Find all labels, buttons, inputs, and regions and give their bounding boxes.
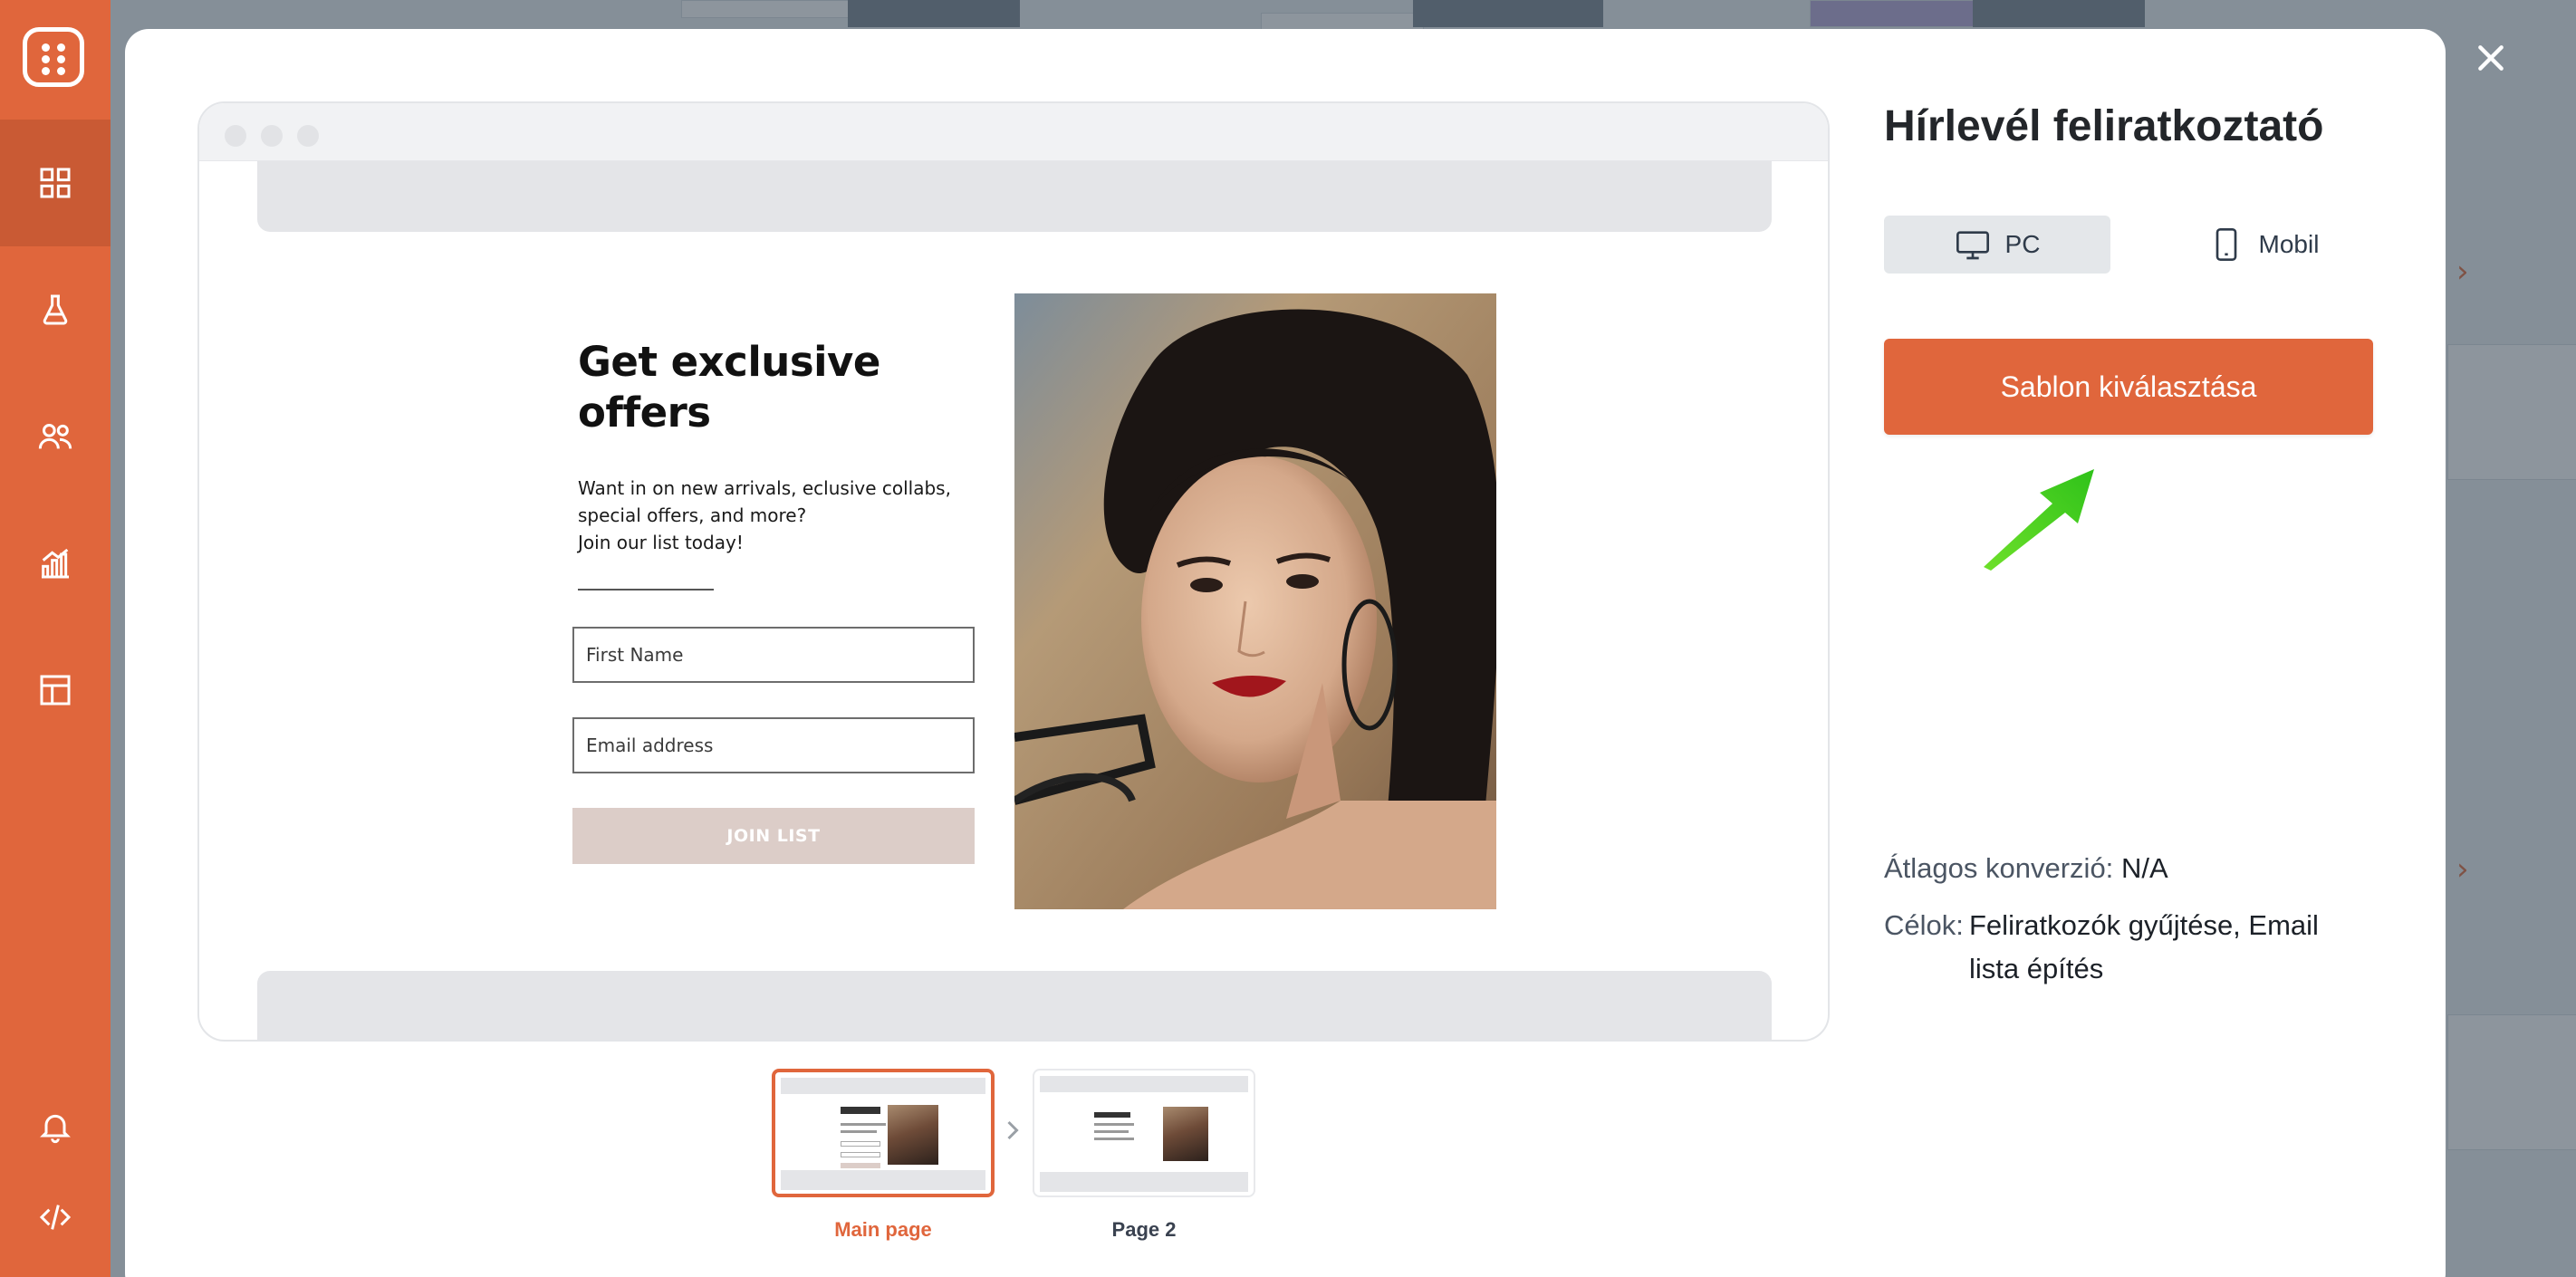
sidebar-item-templates[interactable] <box>0 627 111 754</box>
dashboard-grid-icon <box>40 168 71 198</box>
sidebar-item-analytics[interactable] <box>0 500 111 627</box>
app-logo[interactable] <box>23 27 84 87</box>
window-dot <box>297 125 319 147</box>
goals-label: Célok: <box>1884 909 1964 941</box>
goals-value: Feliratkozók gyűjtése, Email lista építé… <box>1969 909 2319 984</box>
window-dot <box>225 125 246 147</box>
code-icon <box>39 1205 72 1230</box>
template-title: Hírlevél feliratkoztató <box>1884 102 2324 150</box>
email-input[interactable]: Email address <box>572 717 975 773</box>
sidebar-item-users[interactable] <box>0 373 111 500</box>
conversion-row: Átlagos konverzió: N/A <box>1884 847 2168 890</box>
conversion-label: Átlagos konverzió: <box>1884 852 2114 884</box>
layout-icon <box>40 675 71 706</box>
popup-description: Want in on new arrivals, eclusive collab… <box>578 477 951 553</box>
device-toggle-mobile[interactable]: Mobil <box>2150 216 2377 274</box>
window-dot <box>261 125 283 147</box>
page-placeholder-top <box>257 161 1772 232</box>
bell-icon <box>40 1114 71 1144</box>
sidebar-item-code[interactable] <box>0 1154 111 1277</box>
popup-heading: Get exclusive offers <box>578 338 880 437</box>
users-icon <box>38 424 72 449</box>
template-preview-frame: Get exclusive offers Want in on new arri… <box>197 101 1830 1042</box>
popup-divider <box>578 589 714 590</box>
chevron-right-icon <box>1007 1120 1019 1140</box>
sidebar <box>0 0 111 1277</box>
conversion-value: N/A <box>2120 852 2168 884</box>
analytics-chart-icon <box>42 548 69 579</box>
monitor-icon <box>1956 231 1989 260</box>
page-placeholder-bottom <box>257 971 1772 1040</box>
page-thumbnail-2[interactable] <box>1033 1069 1255 1197</box>
join-list-button[interactable]: JOIN LIST <box>572 808 975 864</box>
mobile-icon <box>2216 228 2236 261</box>
popup-photo <box>1014 293 1496 909</box>
device-label-pc: PC <box>2004 230 2041 258</box>
device-toggle-pc[interactable]: PC <box>1884 216 2110 274</box>
browser-toolbar <box>199 103 1828 161</box>
close-icon[interactable] <box>2473 40 2509 76</box>
green-arrow-icon <box>1984 469 2094 571</box>
page-thumbnail-main[interactable] <box>772 1069 995 1197</box>
sidebar-item-dashboard[interactable] <box>0 120 111 246</box>
page-label-2: Page 2 <box>1111 1218 1177 1241</box>
sidebar-item-experiments[interactable] <box>0 246 111 373</box>
first-name-input[interactable]: First Name <box>572 627 975 683</box>
page-label-main: Main page <box>834 1218 932 1241</box>
flask-icon <box>43 294 68 325</box>
select-template-button[interactable]: Sablon kiválasztása <box>1884 339 2373 435</box>
device-label-mobile: Mobil <box>2258 230 2320 258</box>
